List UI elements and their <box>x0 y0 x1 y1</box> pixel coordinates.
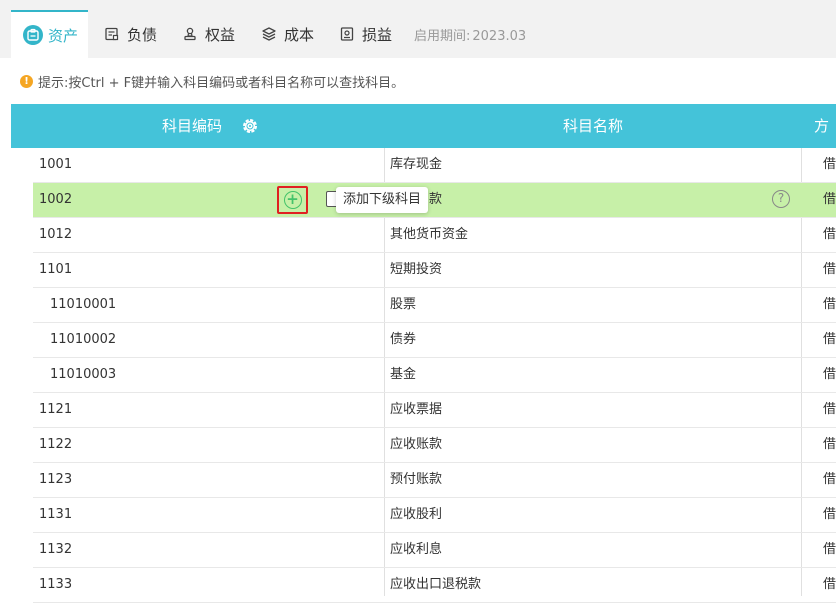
account-name: 短期投资 <box>390 262 443 277</box>
account-name: 基金 <box>390 367 417 382</box>
table-row[interactable]: 11010001 股票 借 <box>11 288 836 323</box>
table-row[interactable]: 1101 短期投资 借 <box>11 253 836 288</box>
table-row[interactable]: 1133 应收出口退税款 借 <box>11 568 836 603</box>
table-row[interactable]: 1121 应收票据 借 <box>11 393 836 428</box>
tab-asset[interactable]: 资产 <box>11 10 88 58</box>
period-value: 2023.03 <box>472 29 527 44</box>
account-name: 库存现金 <box>390 157 443 172</box>
table-row[interactable]: 1132 应收利息 借 <box>11 533 836 568</box>
enable-period: 启用期间: 2023.03 <box>412 25 526 44</box>
account-name: 应收出口退税款 <box>390 577 482 592</box>
account-code: 1123 <box>39 472 73 487</box>
asset-icon <box>23 25 43 45</box>
tooltip: 添加下级科目 <box>336 187 429 213</box>
account-name: 债券 <box>390 332 417 347</box>
column-header-code: 科目编码 <box>162 117 223 135</box>
column-header-direction: 方向 <box>814 117 830 179</box>
table-row[interactable]: 1012 其他货币资金 借 <box>11 218 836 253</box>
table-row[interactable]: 11010003 基金 借 <box>11 358 836 393</box>
account-code: 1002 <box>39 192 73 207</box>
balance-direction: 借 <box>823 577 836 592</box>
add-sub-account-button[interactable]: + <box>277 186 308 214</box>
profit-loss-icon <box>337 24 357 44</box>
help-icon[interactable]: ? <box>772 190 790 208</box>
balance-direction: 借 <box>823 332 836 347</box>
tab-label: 损益 <box>362 25 393 44</box>
account-name: 款 <box>429 192 443 207</box>
tab-label: 权益 <box>205 25 236 44</box>
tab-label: 负债 <box>127 25 158 44</box>
account-name: 应收账款 <box>390 437 443 452</box>
balance-direction: 借 <box>823 262 836 277</box>
add-circle-icon: + <box>283 191 302 209</box>
table-header: 科目编码 科目名称 方向 <box>11 104 836 179</box>
account-code: 11010003 <box>50 367 117 382</box>
balance-direction: 借 <box>823 192 836 207</box>
balance-direction: 借 <box>823 402 836 417</box>
account-table: 1001 库存现金借 1002 款借 1012 其他货币资金借 1101 短期投资借 11010… <box>11 148 836 603</box>
account-code: 1012 <box>39 227 73 242</box>
balance-direction: 借 <box>823 297 836 312</box>
account-name: 应收利息 <box>390 542 443 557</box>
account-code: 1133 <box>39 577 73 592</box>
balance-direction: 借 <box>823 542 836 557</box>
tab-equity[interactable]: 权益 <box>168 10 245 58</box>
account-name: 应收股利 <box>390 507 443 522</box>
tab-profit-loss[interactable]: 损益 <box>325 10 402 58</box>
balance-direction: 借 <box>823 472 836 487</box>
hint-bar: ! 提示:按Ctrl + F键并输入科目编码或者科目名称可以查找科目。 <box>20 72 405 91</box>
table-row[interactable]: 1123 预付账款 借 <box>11 463 836 498</box>
equity-icon <box>180 24 200 44</box>
account-name: 预付账款 <box>390 472 443 487</box>
account-code: 1131 <box>39 507 73 522</box>
balance-direction: 借 <box>823 227 836 242</box>
account-name: 股票 <box>390 297 417 312</box>
cost-icon <box>259 24 279 44</box>
balance-direction: 借 <box>823 157 836 172</box>
tab-cost[interactable]: 成本 <box>247 10 323 58</box>
gear-icon[interactable] <box>240 116 260 136</box>
account-name: 应收票据 <box>390 402 443 417</box>
account-code: 11010002 <box>50 332 117 347</box>
balance-direction: 借 <box>823 367 836 382</box>
account-code: 1121 <box>39 402 73 417</box>
table-row[interactable]: 11010002 债券 借 <box>11 323 836 358</box>
account-name: 其他货币资金 <box>390 227 469 242</box>
tab-bar: 资产 负债 权益 成本 损益 启用期间: 2023.03 <box>0 0 836 58</box>
account-code: 1101 <box>39 262 73 277</box>
liability-icon <box>102 24 122 44</box>
balance-direction: 借 <box>823 507 836 522</box>
column-header-name: 科目名称 <box>563 117 624 135</box>
tab-label: 成本 <box>284 25 315 44</box>
hint-text: 提示:按Ctrl + F键并输入科目编码或者科目名称可以查找科目。 <box>38 75 405 91</box>
tab-liability[interactable]: 负债 <box>90 10 166 58</box>
balance-direction: 借 <box>823 437 836 452</box>
table-row[interactable]: 1122 应收账款 借 <box>11 428 836 463</box>
account-code: 11010001 <box>50 297 117 312</box>
info-icon: ! <box>20 74 33 88</box>
account-code: 1132 <box>39 542 73 557</box>
account-code: 1001 <box>39 157 73 172</box>
table-row[interactable]: 1001 库存现金 借 <box>11 148 836 183</box>
period-label: 启用期间: <box>414 29 471 44</box>
account-code: 1122 <box>39 437 73 452</box>
table-row[interactable]: 1131 应收股利 借 <box>11 498 836 533</box>
tab-label: 资产 <box>48 26 79 45</box>
